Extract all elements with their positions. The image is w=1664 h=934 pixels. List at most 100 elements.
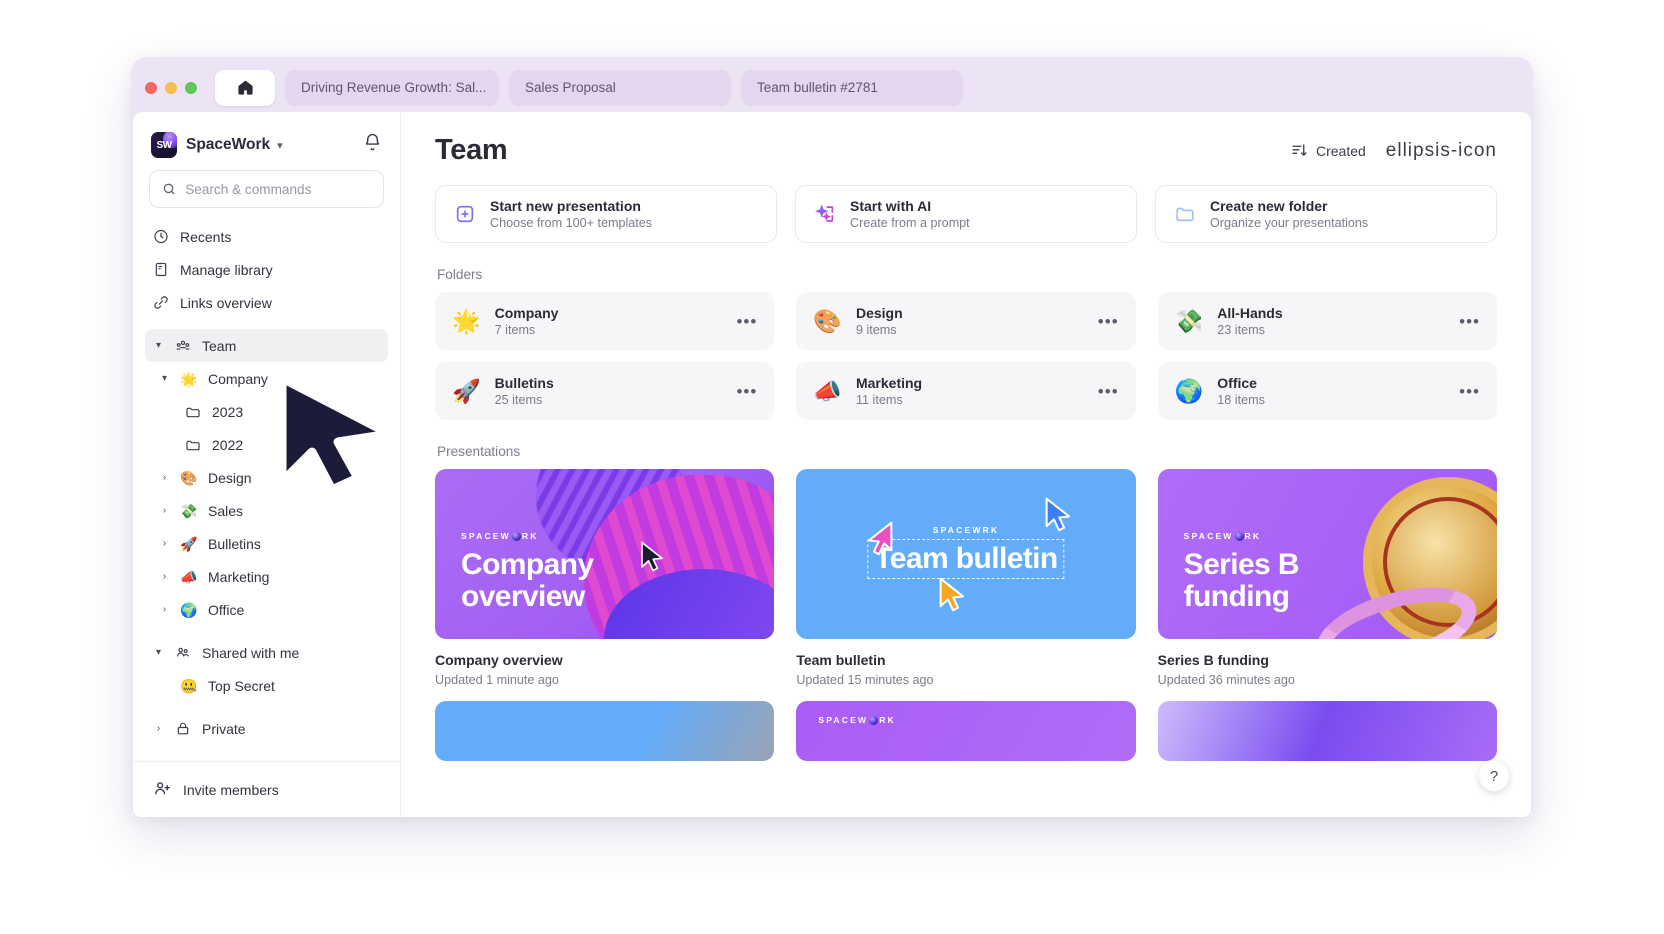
thumbnail-title-line1: Company <box>461 548 594 581</box>
folder-more-button[interactable]: ••• <box>736 383 757 400</box>
folder-card[interactable]: 🌍 Office 18 items ••• <box>1157 362 1497 420</box>
sidebar-item-label: Team <box>202 337 237 354</box>
thumbnail-brand: SPACEW RK <box>461 531 539 541</box>
invite-members-label: Invite members <box>183 781 279 798</box>
chevron-down-icon[interactable]: ▾ <box>153 340 164 351</box>
chevron-right-icon[interactable]: › <box>159 604 170 615</box>
presentation-thumbnail[interactable] <box>435 701 775 761</box>
folder-card[interactable]: 📣 Marketing 11 items ••• <box>796 362 1136 420</box>
sidebar-item-label: Top Secret <box>208 677 275 694</box>
start-new-presentation-button[interactable]: Start new presentation Choose from 100+ … <box>435 185 777 243</box>
presentation-updated: Updated 1 minute ago <box>435 673 559 687</box>
folder-name: Office <box>1217 375 1257 391</box>
folder-card[interactable]: 💸 All-Hands 23 items ••• <box>1157 292 1497 350</box>
close-window-button[interactable] <box>145 81 157 94</box>
sidebar-item-label: Sales <box>208 502 244 519</box>
money-emoji-icon: 💸 <box>1174 307 1204 334</box>
workspace-header[interactable]: SW SpaceWork ▾ <box>133 112 400 170</box>
sidebar-item-recents[interactable]: Recents <box>145 220 388 253</box>
help-button[interactable]: ? <box>1479 761 1509 791</box>
minimize-window-button[interactable] <box>165 81 177 94</box>
presentation-thumbnail[interactable]: SPACEW RK Series B funding <box>1157 469 1497 639</box>
chevron-down-icon[interactable]: ▾ <box>277 139 283 152</box>
sort-button[interactable]: Created <box>1291 142 1366 159</box>
tab-home[interactable] <box>215 69 275 106</box>
notifications-button[interactable] <box>363 133 382 157</box>
sidebar-item-sales[interactable]: › 💸 Sales <box>145 494 388 527</box>
palette-emoji-icon: 🎨 <box>180 469 198 486</box>
folder-more-button[interactable]: ••• <box>1098 313 1119 330</box>
sidebar-item-bulletins[interactable]: › 🚀 Bulletins <box>145 527 388 560</box>
presentation-thumbnail[interactable]: SPACEW RK Company overview <box>435 469 775 639</box>
folder-more-button[interactable]: ••• <box>736 313 757 330</box>
sidebar-item-company[interactable]: ▾ 🌟 Company <box>145 362 388 395</box>
start-with-ai-button[interactable]: Start with AI Create from a prompt <box>795 185 1137 243</box>
create-new-folder-button[interactable]: Create new folder Organize your presenta… <box>1155 185 1497 243</box>
sidebar-item-label: Bulletins <box>208 535 261 552</box>
window-controls[interactable] <box>141 81 205 94</box>
action-subtitle: Create from a prompt <box>850 216 970 230</box>
presentation-thumbnail[interactable]: SPACEW RK Team bulletin <box>796 469 1136 639</box>
sidebar-item-office[interactable]: › 🌍 Office <box>145 593 388 626</box>
megaphone-emoji-icon: 📣 <box>180 568 198 585</box>
presentation-name: Series B funding <box>1157 652 1269 668</box>
chevron-right-icon[interactable]: › <box>159 538 170 549</box>
more-options-button[interactable]: ellipsis-icon <box>1386 141 1497 160</box>
rocket-emoji-icon: 🚀 <box>452 377 481 404</box>
sidebar-item-manage-library[interactable]: Manage library <box>145 253 388 286</box>
sidebar-item-shared-with-me[interactable]: ▾ Shared with me <box>145 636 388 669</box>
maximize-window-button[interactable] <box>185 81 197 94</box>
folder-icon <box>185 404 201 420</box>
presentation-card[interactable]: SPACEW RK Series B funding Series B fundi… <box>1157 469 1497 687</box>
folder-icon <box>1173 202 1197 226</box>
presentation-card[interactable]: SPACEW RK Team bulletin Team bulletin Up… <box>796 469 1136 687</box>
folder-card[interactable]: 🌟 Company 7 items ••• <box>435 292 775 350</box>
sidebar: SW SpaceWork ▾ Search & commands Recents… <box>133 112 401 817</box>
search-box[interactable] <box>149 170 384 208</box>
tab-document-3[interactable]: Team bulletin #2781 <box>741 69 963 106</box>
star-emoji-icon: 🌟 <box>452 307 481 334</box>
folder-more-button[interactable]: ••• <box>1459 313 1480 330</box>
sidebar-item-top-secret[interactable]: › 🤐 Top Secret <box>145 669 388 702</box>
presentations-grid: SPACEW RK Company overview Company overvi… <box>435 469 1497 687</box>
chevron-right-icon[interactable]: › <box>159 505 170 516</box>
presentation-thumbnail[interactable] <box>1157 701 1497 761</box>
chevron-right-icon[interactable]: › <box>159 571 170 582</box>
presentation-updated: Updated 15 minutes ago <box>796 673 934 687</box>
folder-more-button[interactable]: ••• <box>1098 383 1119 400</box>
folder-card[interactable]: 🎨 Design 9 items ••• <box>796 292 1136 350</box>
tab-document-2[interactable]: Sales Proposal <box>509 69 731 106</box>
sidebar-item-links-overview[interactable]: Links overview <box>145 286 388 319</box>
folder-count: 18 items <box>1217 393 1265 407</box>
chevron-down-icon[interactable]: ▾ <box>159 373 170 384</box>
main-content: Team Created ellipsis-icon Start new pre… <box>401 112 1531 817</box>
chevron-down-icon[interactable]: ▾ <box>153 647 164 658</box>
presentation-name: Team bulletin <box>796 652 886 668</box>
search-input[interactable] <box>185 181 371 197</box>
presentation-card[interactable]: SPACEW RK Company overview Company overvi… <box>435 469 775 687</box>
cursor-blue-icon <box>1045 497 1070 532</box>
folder-card[interactable]: 🚀 Bulletins 25 items ••• <box>435 362 775 420</box>
folders-section-label: Folders <box>437 267 483 282</box>
sidebar-item-2023[interactable]: 2023 <box>145 395 388 428</box>
sidebar-item-team[interactable]: ▾ Team <box>145 329 388 362</box>
folder-count: 25 items <box>494 393 543 407</box>
presentation-thumbnail[interactable]: SPACEW RK <box>796 701 1136 761</box>
sidebar-item-2022[interactable]: 2022 <box>145 428 388 461</box>
quick-actions: Start new presentation Choose from 100+ … <box>435 185 1497 243</box>
action-title: Create new folder <box>1210 198 1328 214</box>
sidebar-item-label: 2023 <box>212 403 244 420</box>
sidebar-item-label: Shared with me <box>202 644 300 661</box>
sidebar-item-private[interactable]: › Private <box>145 712 388 745</box>
sidebar-item-design[interactable]: › 🎨 Design <box>145 461 388 494</box>
logo-text: SW <box>156 139 172 151</box>
folder-more-button[interactable]: ••• <box>1459 383 1480 400</box>
cursor-pink-icon <box>868 521 893 556</box>
chevron-right-icon[interactable]: › <box>159 472 170 483</box>
chevron-right-icon[interactable]: › <box>153 723 164 734</box>
sidebar-item-marketing[interactable]: › 📣 Marketing <box>145 560 388 593</box>
sidebar-item-label: Marketing <box>208 568 270 585</box>
tab-document-1[interactable]: Driving Revenue Growth: Sal... <box>285 69 499 106</box>
sidebar-item-label: Private <box>202 720 246 737</box>
invite-members-button[interactable]: Invite members <box>133 761 400 817</box>
